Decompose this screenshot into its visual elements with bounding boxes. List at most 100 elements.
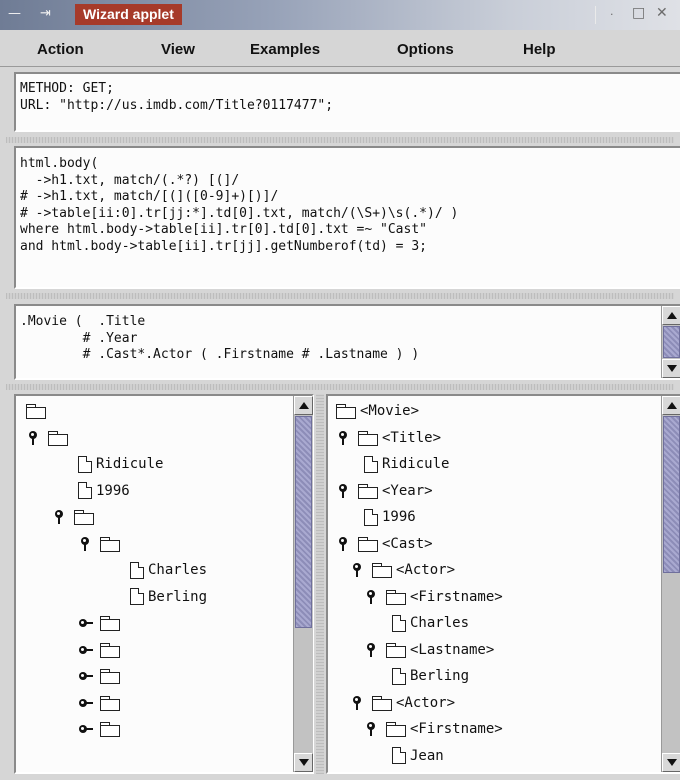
scroll-thumb[interactable]	[663, 416, 680, 573]
rules-line: html.body(	[20, 156, 99, 171]
tree-node[interactable]: <Movie>	[336, 400, 419, 422]
folder-icon	[372, 695, 392, 711]
tree-node-label: Charles	[148, 562, 208, 578]
folder-icon	[26, 404, 46, 419]
collapsed-toggle-icon[interactable]	[78, 668, 94, 684]
tree-node[interactable]: Berling	[130, 586, 207, 608]
schema-pane[interactable]: .Movie ( .Title # .Year # .Cast*.Actor (…	[14, 304, 680, 380]
tree-node[interactable]: <Firstname>	[364, 586, 503, 608]
tree-node[interactable]: <Cast>	[336, 533, 433, 555]
tree-node[interactable]	[78, 612, 124, 634]
expanded-toggle-icon[interactable]	[350, 562, 366, 578]
rules-text[interactable]: html.body( ->h1.txt, match/(.*?) [(]/ # -…	[20, 156, 458, 255]
document-icon	[78, 455, 92, 473]
rules-line: ->h1.txt, match/(.*?) [(]/	[20, 172, 240, 188]
menu-action[interactable]: Action	[37, 41, 84, 58]
title-bar[interactable]: — ⇥ Wizard applet · □ ✕	[0, 0, 680, 30]
pin-icon[interactable]: ⇥	[40, 6, 51, 21]
scroll-thumb[interactable]	[663, 326, 680, 358]
expanded-toggle-icon[interactable]	[336, 483, 352, 499]
tree-node[interactable]: <Lastname>	[364, 639, 494, 661]
tree-node[interactable]: <Actor>	[350, 559, 455, 581]
tree-node[interactable]	[78, 533, 124, 555]
scroll-up-button[interactable]	[662, 396, 680, 415]
folder-icon	[372, 563, 392, 578]
expanded-toggle-icon[interactable]	[336, 430, 352, 446]
request-text[interactable]: METHOD: GET; URL: "http://us.imdb.com/Tit…	[20, 81, 333, 114]
folder-icon	[100, 695, 120, 711]
menu-view[interactable]: View	[161, 41, 195, 58]
tree-node[interactable]	[78, 665, 124, 687]
vertical-splitter[interactable]	[316, 394, 324, 774]
expanded-toggle-icon[interactable]	[52, 509, 68, 525]
tree-node[interactable]	[78, 718, 124, 740]
tree-node[interactable]	[78, 639, 124, 661]
expanded-toggle-icon[interactable]	[364, 589, 380, 605]
expanded-toggle-icon[interactable]	[78, 536, 94, 552]
menu-help[interactable]: Help	[523, 41, 556, 58]
tree-node[interactable]: Jean	[392, 745, 444, 767]
scroll-down-button[interactable]	[662, 753, 680, 772]
menu-options[interactable]: Options	[397, 41, 454, 58]
document-icon	[392, 667, 406, 685]
tree-node[interactable]: Ridicule	[364, 453, 449, 475]
rules-pane[interactable]: html.body( ->h1.txt, match/(.*?) [(]/ # -…	[14, 146, 680, 289]
tree-node[interactable]: <Year>	[336, 480, 433, 502]
tree-node[interactable]	[26, 400, 50, 422]
tree-node-label: Charles	[410, 615, 470, 631]
tree-node-label: <Year>	[382, 482, 433, 499]
xml-tree-pane[interactable]: <Movie> <Title> Ridicule <Year> 1996 <Cast> <A…	[326, 394, 680, 774]
collapsed-toggle-icon[interactable]	[78, 615, 94, 631]
scroll-up-button[interactable]	[662, 306, 680, 325]
tree-node[interactable]: Berling	[392, 665, 469, 687]
maximize-icon[interactable]: □	[632, 5, 645, 21]
folder-icon	[386, 722, 406, 737]
menu-examples[interactable]: Examples	[250, 41, 320, 58]
request-pane[interactable]: METHOD: GET; URL: "http://us.imdb.com/Tit…	[14, 72, 680, 132]
tree-node[interactable]	[52, 506, 98, 528]
window-title: Wizard applet	[75, 4, 182, 25]
folder-icon	[100, 722, 120, 737]
tree-node[interactable]: Ridicule	[78, 453, 163, 475]
tree-node[interactable]: <Firstname>	[364, 718, 503, 740]
rules-line: and html.body->table[ii].tr[jj].getNumbe…	[20, 238, 427, 254]
tree-node[interactable]: Charles	[130, 559, 207, 581]
tree-node-label: Berling	[148, 588, 208, 605]
arrow-up-icon	[667, 402, 677, 409]
pane-splitter[interactable]	[6, 384, 674, 390]
tree-node[interactable]	[78, 692, 124, 714]
tree-node[interactable]: 1996	[364, 506, 416, 528]
expanded-toggle-icon[interactable]	[350, 695, 366, 711]
collapsed-toggle-icon[interactable]	[78, 642, 94, 658]
pane-splitter[interactable]	[6, 137, 674, 143]
schema-scrollbar[interactable]	[661, 306, 680, 378]
expanded-toggle-icon[interactable]	[364, 642, 380, 658]
folder-icon	[358, 483, 378, 499]
tree-node[interactable]: Charles	[392, 612, 469, 634]
html-tree-scrollbar[interactable]	[293, 396, 313, 772]
scroll-down-button[interactable]	[294, 753, 313, 772]
folder-icon	[100, 669, 120, 684]
collapsed-toggle-icon[interactable]	[78, 695, 94, 711]
collapsed-toggle-icon[interactable]	[78, 721, 94, 737]
scroll-down-button[interactable]	[662, 359, 680, 378]
scroll-up-button[interactable]	[294, 396, 313, 415]
rules-line: # ->table[ii:0].tr[jj:*].td[0].txt, matc…	[20, 205, 459, 221]
pane-splitter[interactable]	[6, 293, 674, 299]
arrow-up-icon	[299, 402, 309, 409]
schema-text[interactable]: .Movie ( .Title # .Year # .Cast*.Actor (…	[20, 314, 419, 364]
close-icon[interactable]: ✕	[656, 5, 668, 21]
tree-node[interactable]: <Title>	[336, 427, 441, 449]
tree-node[interactable]	[26, 427, 72, 449]
menu-bar: Action View Examples Options Help	[0, 32, 680, 67]
expanded-toggle-icon[interactable]	[336, 536, 352, 552]
scroll-thumb[interactable]	[295, 416, 312, 628]
expanded-toggle-icon[interactable]	[364, 721, 380, 737]
tree-node[interactable]: <Actor>	[350, 692, 455, 714]
xml-tree-scrollbar[interactable]	[661, 396, 680, 772]
html-tree-pane[interactable]: Ridicule 1996 Charles Berling	[14, 394, 314, 774]
minimize-icon[interactable]: ·	[610, 8, 614, 21]
tree-node[interactable]: 1996	[78, 480, 130, 502]
expanded-toggle-icon[interactable]	[26, 430, 42, 446]
window-menu-icon[interactable]: —	[8, 6, 21, 21]
